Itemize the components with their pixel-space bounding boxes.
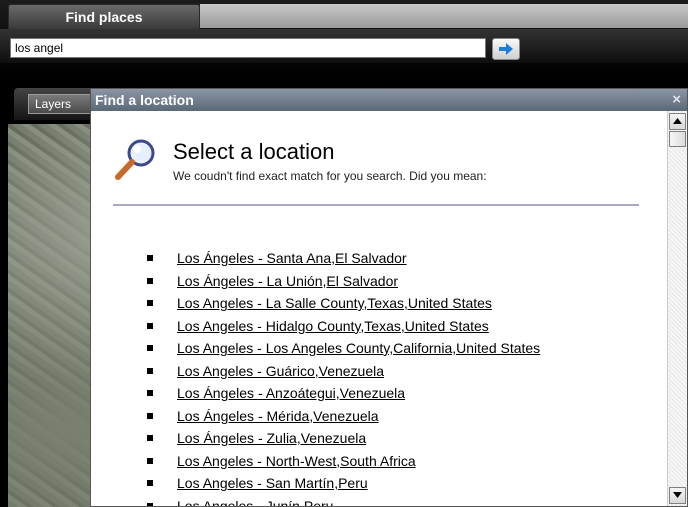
dialog-subheading: We coudn't find exact match for you sear… [173,169,487,183]
list-item: Los Angeles - Guárico,Venezuela [147,360,540,383]
arrow-up-icon [673,118,682,124]
result-link[interactable]: Los Angeles - Guárico,Venezuela [177,363,384,379]
list-item: Los Angeles - Los Angeles County,Califor… [147,337,540,360]
list-item: Los Ángeles - Anzoátegui,Venezuela [147,382,540,405]
result-link[interactable]: Los Ángeles - Mérida,Venezuela [177,408,379,424]
dialog-heading: Select a location [173,139,335,164]
list-item: Los Ángeles - Zulia,Venezuela [147,427,540,450]
result-link[interactable]: Los Angeles - North-West,South Africa [177,453,416,469]
list-item: Los Angeles - North-West,South Africa [147,450,540,473]
result-link[interactable]: Los Angeles - Junín,Peru [177,498,333,507]
vertical-scrollbar[interactable] [667,111,687,506]
dialog-title-bar: Find a location × [91,89,687,111]
close-icon[interactable]: × [672,89,681,111]
result-link[interactable]: Los Angeles - Los Angeles County,Califor… [177,340,540,356]
result-link[interactable]: Los Ángeles - Santa Ana,El Salvador [177,250,407,266]
dialog-title: Find a location [95,92,194,108]
list-item: Los Angeles - Hidalgo County,Texas,Unite… [147,315,540,338]
result-link[interactable]: Los Angeles - San Martín,Peru [177,475,368,491]
search-input[interactable] [10,38,486,58]
result-link[interactable]: Los Ángeles - La Unión,El Salvador [177,273,398,289]
arrow-down-icon [673,492,682,498]
results-list: Los Ángeles - Santa Ana,El Salvador Los … [147,247,540,506]
scroll-thumb[interactable] [669,131,686,147]
dialog-content: Select a location We coudn't find exact … [91,111,668,506]
result-link[interactable]: Los Ángeles - Zulia,Venezuela [177,430,366,446]
list-item: Los Angeles - San Martín,Peru [147,472,540,495]
tab-strip [200,4,688,28]
list-item: Los Ángeles - Santa Ana,El Salvador [147,247,540,270]
search-go-button[interactable] [492,38,520,60]
scroll-down-button[interactable] [669,487,686,504]
list-item: Los Angeles - Junín,Peru [147,495,540,507]
divider [113,204,639,206]
list-item: Los Ángeles - Mérida,Venezuela [147,405,540,428]
find-location-dialog: Find a location × Select a location We c… [90,88,688,507]
arrow-right-icon [499,43,513,55]
scroll-up-button[interactable] [669,113,686,130]
result-link[interactable]: Los Angeles - La Salle County,Texas,Unit… [177,295,492,311]
result-link[interactable]: Los Angeles - Hidalgo County,Texas,Unite… [177,318,489,334]
tab-find-places[interactable]: Find places [8,4,200,29]
result-link[interactable]: Los Ángeles - Anzoátegui,Venezuela [177,385,405,401]
list-item: Los Ángeles - La Unión,El Salvador [147,270,540,293]
layers-button[interactable]: Layers [28,94,98,114]
list-item: Los Angeles - La Salle County,Texas,Unit… [147,292,540,315]
magnifier-icon [115,139,155,180]
